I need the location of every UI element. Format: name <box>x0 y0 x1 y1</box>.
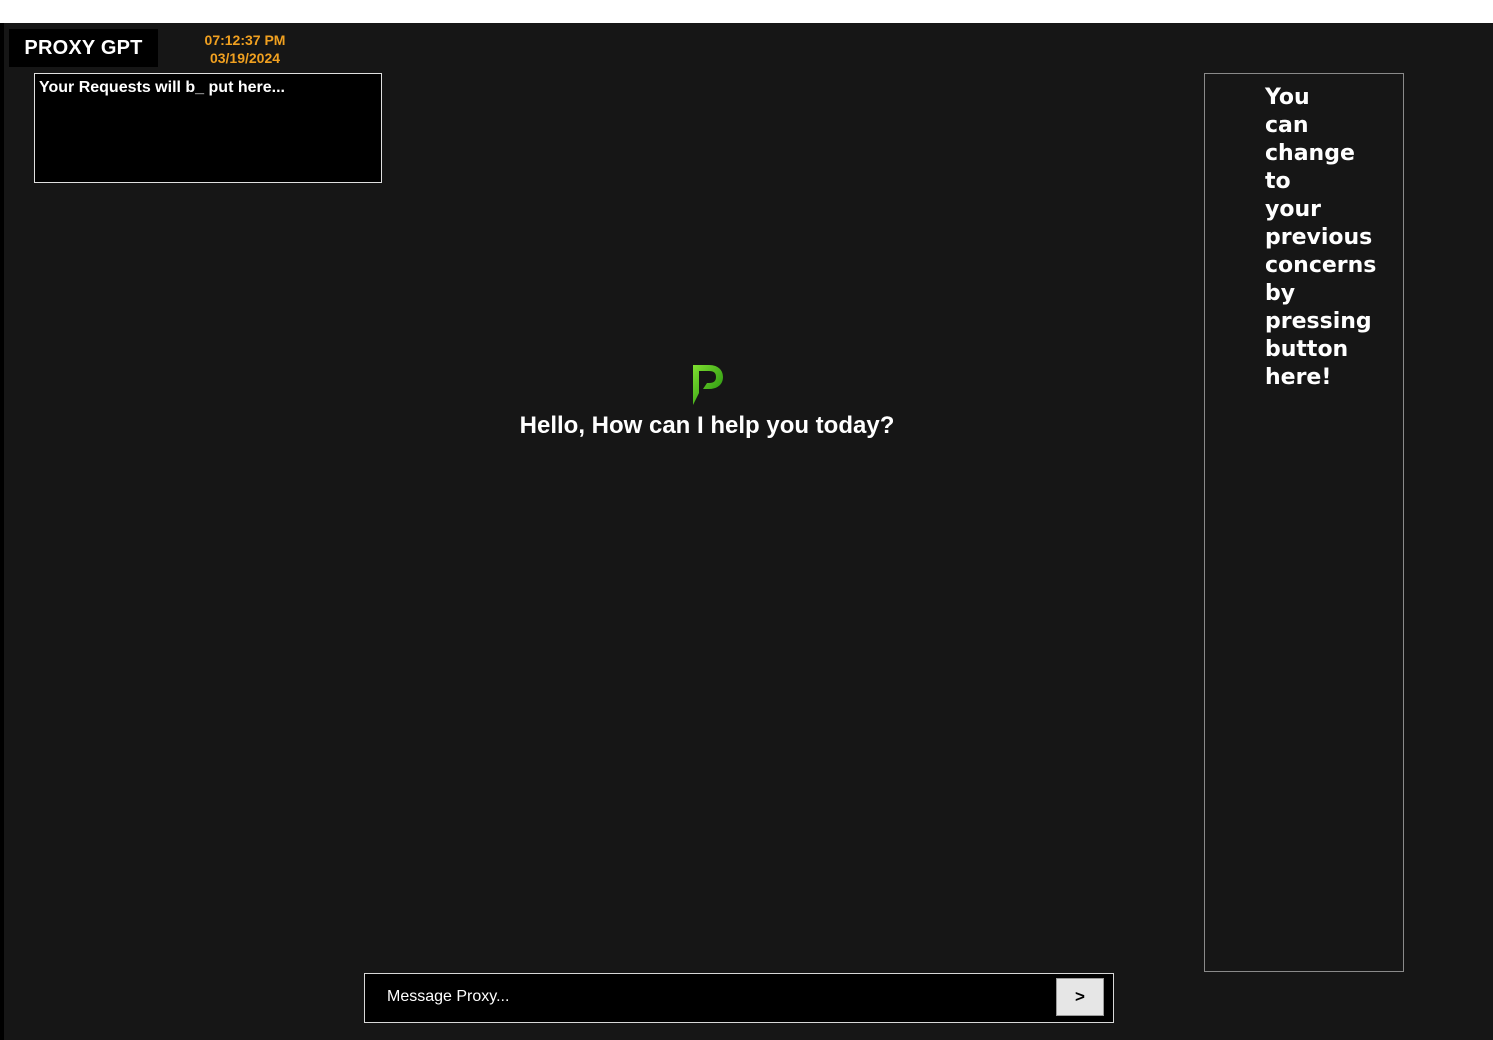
history-hint-text: You can change to your previous concerns… <box>1265 85 1377 390</box>
app-window: PROXY GPT 07:12:37 PM 03/19/2024 Your Re… <box>0 23 1493 1040</box>
clock: 07:12:37 PM 03/19/2024 <box>190 31 300 67</box>
greeting: Hello, How can I help you today? <box>407 363 1007 440</box>
send-button[interactable]: > <box>1056 978 1104 1016</box>
message-composer: > <box>364 973 1114 1023</box>
requests-box: Your Requests will b_ put here... <box>34 73 382 183</box>
proxy-p-logo-icon <box>693 365 723 405</box>
history-panel[interactable]: You can change to your previous concerns… <box>1204 73 1404 972</box>
clock-time: 07:12:37 PM <box>204 32 286 48</box>
message-input[interactable] <box>385 984 1049 1010</box>
requests-placeholder-text: Your Requests will b_ put here... <box>39 79 285 96</box>
app-title: PROXY GPT <box>9 29 158 67</box>
greeting-text: Hello, How can I help you today? <box>519 412 895 439</box>
clock-date: 03/19/2024 <box>209 50 281 66</box>
left-edge-bar <box>0 23 4 1040</box>
